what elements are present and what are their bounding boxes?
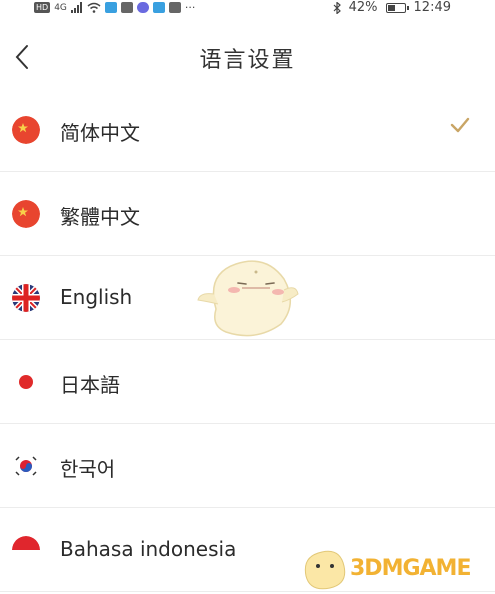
language-label: 繁體中文 xyxy=(60,205,140,229)
language-label: Bahasa indonesia xyxy=(60,537,237,561)
language-item-japanese[interactable]: 日本語 xyxy=(0,340,495,424)
page-header: 语言设置 xyxy=(0,30,495,86)
watermark-text: 3DMGAME xyxy=(350,556,471,581)
app-icon xyxy=(168,2,181,13)
message-icon xyxy=(120,2,133,13)
uk-flag-icon xyxy=(12,284,40,312)
status-bar: HD 4G ··· 42% 12:49 xyxy=(0,0,495,18)
page-title: 语言设置 xyxy=(199,48,296,73)
language-label: English xyxy=(60,285,133,309)
language-item-traditional-chinese[interactable]: 繁體中文 xyxy=(0,172,495,256)
watermark-mascot-icon xyxy=(304,550,346,590)
language-item-simplified-chinese[interactable]: 简体中文 xyxy=(0,88,495,172)
language-label: 简体中文 xyxy=(60,121,140,145)
indonesia-flag-icon xyxy=(12,536,40,564)
china-flag-icon xyxy=(12,116,40,144)
signal-bars-icon xyxy=(70,2,82,13)
language-item-korean[interactable]: 한국어 xyxy=(0,424,495,508)
checkmark-icon xyxy=(450,117,470,133)
language-list: 简体中文 繁體中文 English 日本語 한국어 Bahasa indones… xyxy=(0,88,495,592)
music-icon xyxy=(136,2,149,13)
bluetooth-icon xyxy=(333,1,341,14)
status-icons-right: 42% 12:49 xyxy=(333,0,451,15)
watermark: 3DMGAME xyxy=(298,544,495,594)
mascot-illustration xyxy=(197,260,299,337)
battery-icon xyxy=(385,2,409,13)
battery-percent: 42% xyxy=(348,0,378,15)
clock: 12:49 xyxy=(413,0,451,15)
japan-flag-icon xyxy=(12,368,40,396)
more-notifications-icon: ··· xyxy=(184,1,196,14)
status-icons-left: HD 4G ··· xyxy=(34,1,195,14)
app-notification-icon xyxy=(104,2,117,13)
china-flag-icon xyxy=(12,200,40,228)
language-label: 日本語 xyxy=(60,373,120,397)
cloud-icon xyxy=(152,2,165,13)
wifi-icon xyxy=(87,2,101,13)
signal-icon: 4G xyxy=(54,2,67,13)
korea-flag-icon xyxy=(12,452,40,480)
hd-icon: HD xyxy=(34,2,51,13)
language-label: 한국어 xyxy=(60,457,116,481)
